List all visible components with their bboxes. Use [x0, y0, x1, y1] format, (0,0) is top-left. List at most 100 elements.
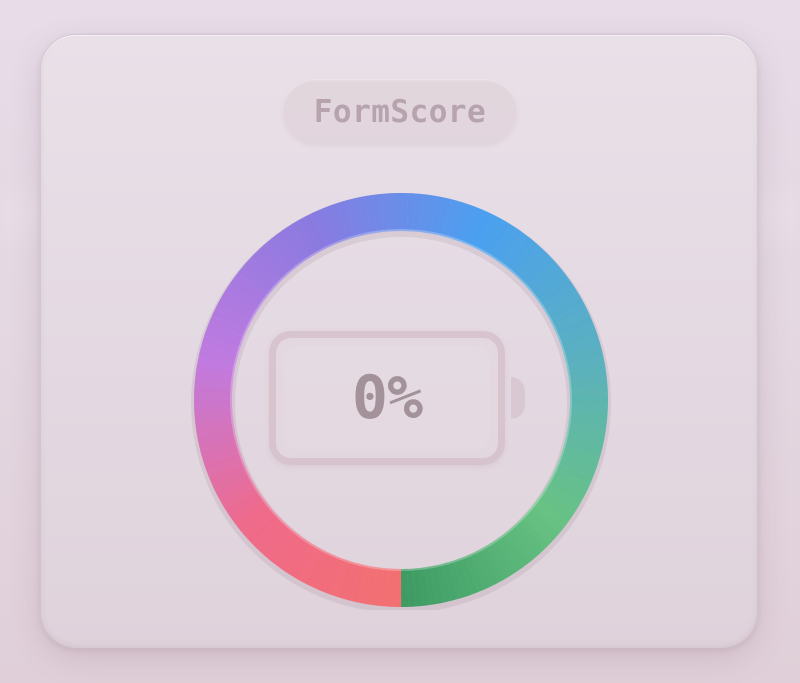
gauge-segment: [430, 196, 445, 235]
gauge-segment: [495, 228, 523, 264]
gauge-segment: [500, 232, 529, 267]
gauge-segment: [568, 417, 607, 429]
gauge-segment: [518, 250, 550, 283]
gauge-segment: [500, 533, 529, 568]
gauge-segment: [262, 525, 293, 559]
gauge-segment: [513, 246, 545, 279]
gauge-segment: [436, 563, 452, 603]
gauge-segment: [196, 423, 235, 437]
gauge-segment: [474, 213, 499, 251]
gauge-segment: [247, 513, 280, 544]
gauge-segment: [561, 335, 600, 354]
gauge-segment: [412, 193, 423, 232]
gauge-segment: [552, 309, 591, 332]
gauge-segment: [559, 452, 598, 471]
gauge-segment: [458, 556, 479, 595]
gauge-segment: [198, 349, 238, 366]
gauge-segment: [252, 517, 284, 550]
app-title: FormScore: [313, 94, 487, 130]
gauge-segment: [566, 356, 605, 371]
gauge-segment: [485, 220, 511, 257]
gauge-segment: [323, 205, 344, 244]
gauge-segment: [357, 565, 372, 604]
gauge-segment: [379, 568, 390, 607]
gauge-segment: [537, 278, 573, 306]
gauge-segment: [303, 213, 327, 251]
gauge-segment: [544, 484, 581, 510]
gauge-segment: [267, 529, 298, 564]
gauge-segment: [418, 567, 430, 606]
gauge-segment: [343, 199, 361, 238]
gauge-segment: [202, 446, 241, 465]
gauge-segment: [537, 494, 573, 522]
gauge-segment: [514, 521, 545, 554]
gauge-segment: [229, 494, 265, 522]
score-percent: 0%: [351, 363, 423, 433]
gauge-segment: [480, 217, 505, 254]
gauge-segment: [364, 195, 378, 234]
gauge-segment: [200, 342, 239, 360]
gauge-segment: [291, 543, 317, 580]
gauge-segment: [209, 315, 247, 337]
gauge-segment: [447, 560, 466, 599]
gauge-segment: [561, 446, 601, 464]
gauge-segment: [412, 568, 423, 607]
gauge-segment: [279, 536, 307, 572]
gauge-segment: [330, 558, 349, 597]
gauge-segment: [372, 567, 384, 606]
gauge-segment: [541, 489, 577, 516]
gauge-segment: [526, 508, 560, 539]
gauge-segment: [209, 463, 247, 485]
gauge-segment: [441, 562, 459, 601]
gauge-segment: [475, 549, 499, 587]
gauge-segment: [469, 210, 492, 249]
gauge-segment: [357, 196, 372, 235]
gauge-segment: [206, 322, 245, 343]
gauge-segment: [316, 208, 338, 246]
gauge-segment: [195, 417, 234, 429]
gauge-segment: [310, 210, 333, 249]
title-pill: FormScore: [282, 79, 518, 145]
gauge-segment: [469, 551, 492, 590]
gauge-segment: [567, 363, 606, 377]
gauge-segment: [214, 474, 252, 498]
gauge-segment: [194, 378, 233, 389]
gauge-segment: [564, 349, 604, 365]
gauge-segment: [225, 284, 261, 311]
gauge-segment: [200, 440, 239, 458]
gauge-segment: [557, 322, 596, 343]
gauge-segment: [557, 457, 596, 478]
gauge-segment: [458, 205, 479, 244]
gauge-segment: [204, 329, 243, 348]
gauge-segment: [569, 378, 608, 389]
gauge-segment: [316, 554, 338, 592]
gauge-segment: [214, 302, 252, 327]
gauge-segment: [350, 197, 366, 237]
gauge-segment: [310, 551, 333, 590]
gauge-segment: [424, 566, 438, 605]
gauge-segment: [534, 499, 569, 528]
gauge-segment: [303, 549, 328, 587]
gauge-segment: [291, 220, 317, 257]
gauge-segment: [194, 411, 233, 422]
gauge-segment: [201, 336, 241, 354]
gauge-segment: [379, 193, 390, 232]
gauge-segment: [569, 411, 608, 422]
gauge-segment: [464, 554, 486, 592]
gauge-segment: [453, 203, 472, 242]
gauge-segment: [221, 290, 258, 316]
gauge-segment: [424, 194, 437, 234]
gauge-segment: [257, 246, 288, 279]
gauge-segment: [195, 371, 234, 383]
gauge-segment: [453, 558, 472, 597]
gauge-segment: [330, 203, 349, 242]
gauge-segment: [257, 521, 289, 554]
gauge-segment: [242, 261, 276, 292]
gauge-segment: [555, 463, 593, 485]
gauge-segment: [343, 562, 361, 601]
gauge-segment: [273, 533, 302, 568]
gauge-segment: [564, 434, 604, 451]
gauge-segment: [504, 236, 535, 271]
gauge-segment: [464, 208, 486, 246]
gauge-segment: [552, 468, 591, 491]
